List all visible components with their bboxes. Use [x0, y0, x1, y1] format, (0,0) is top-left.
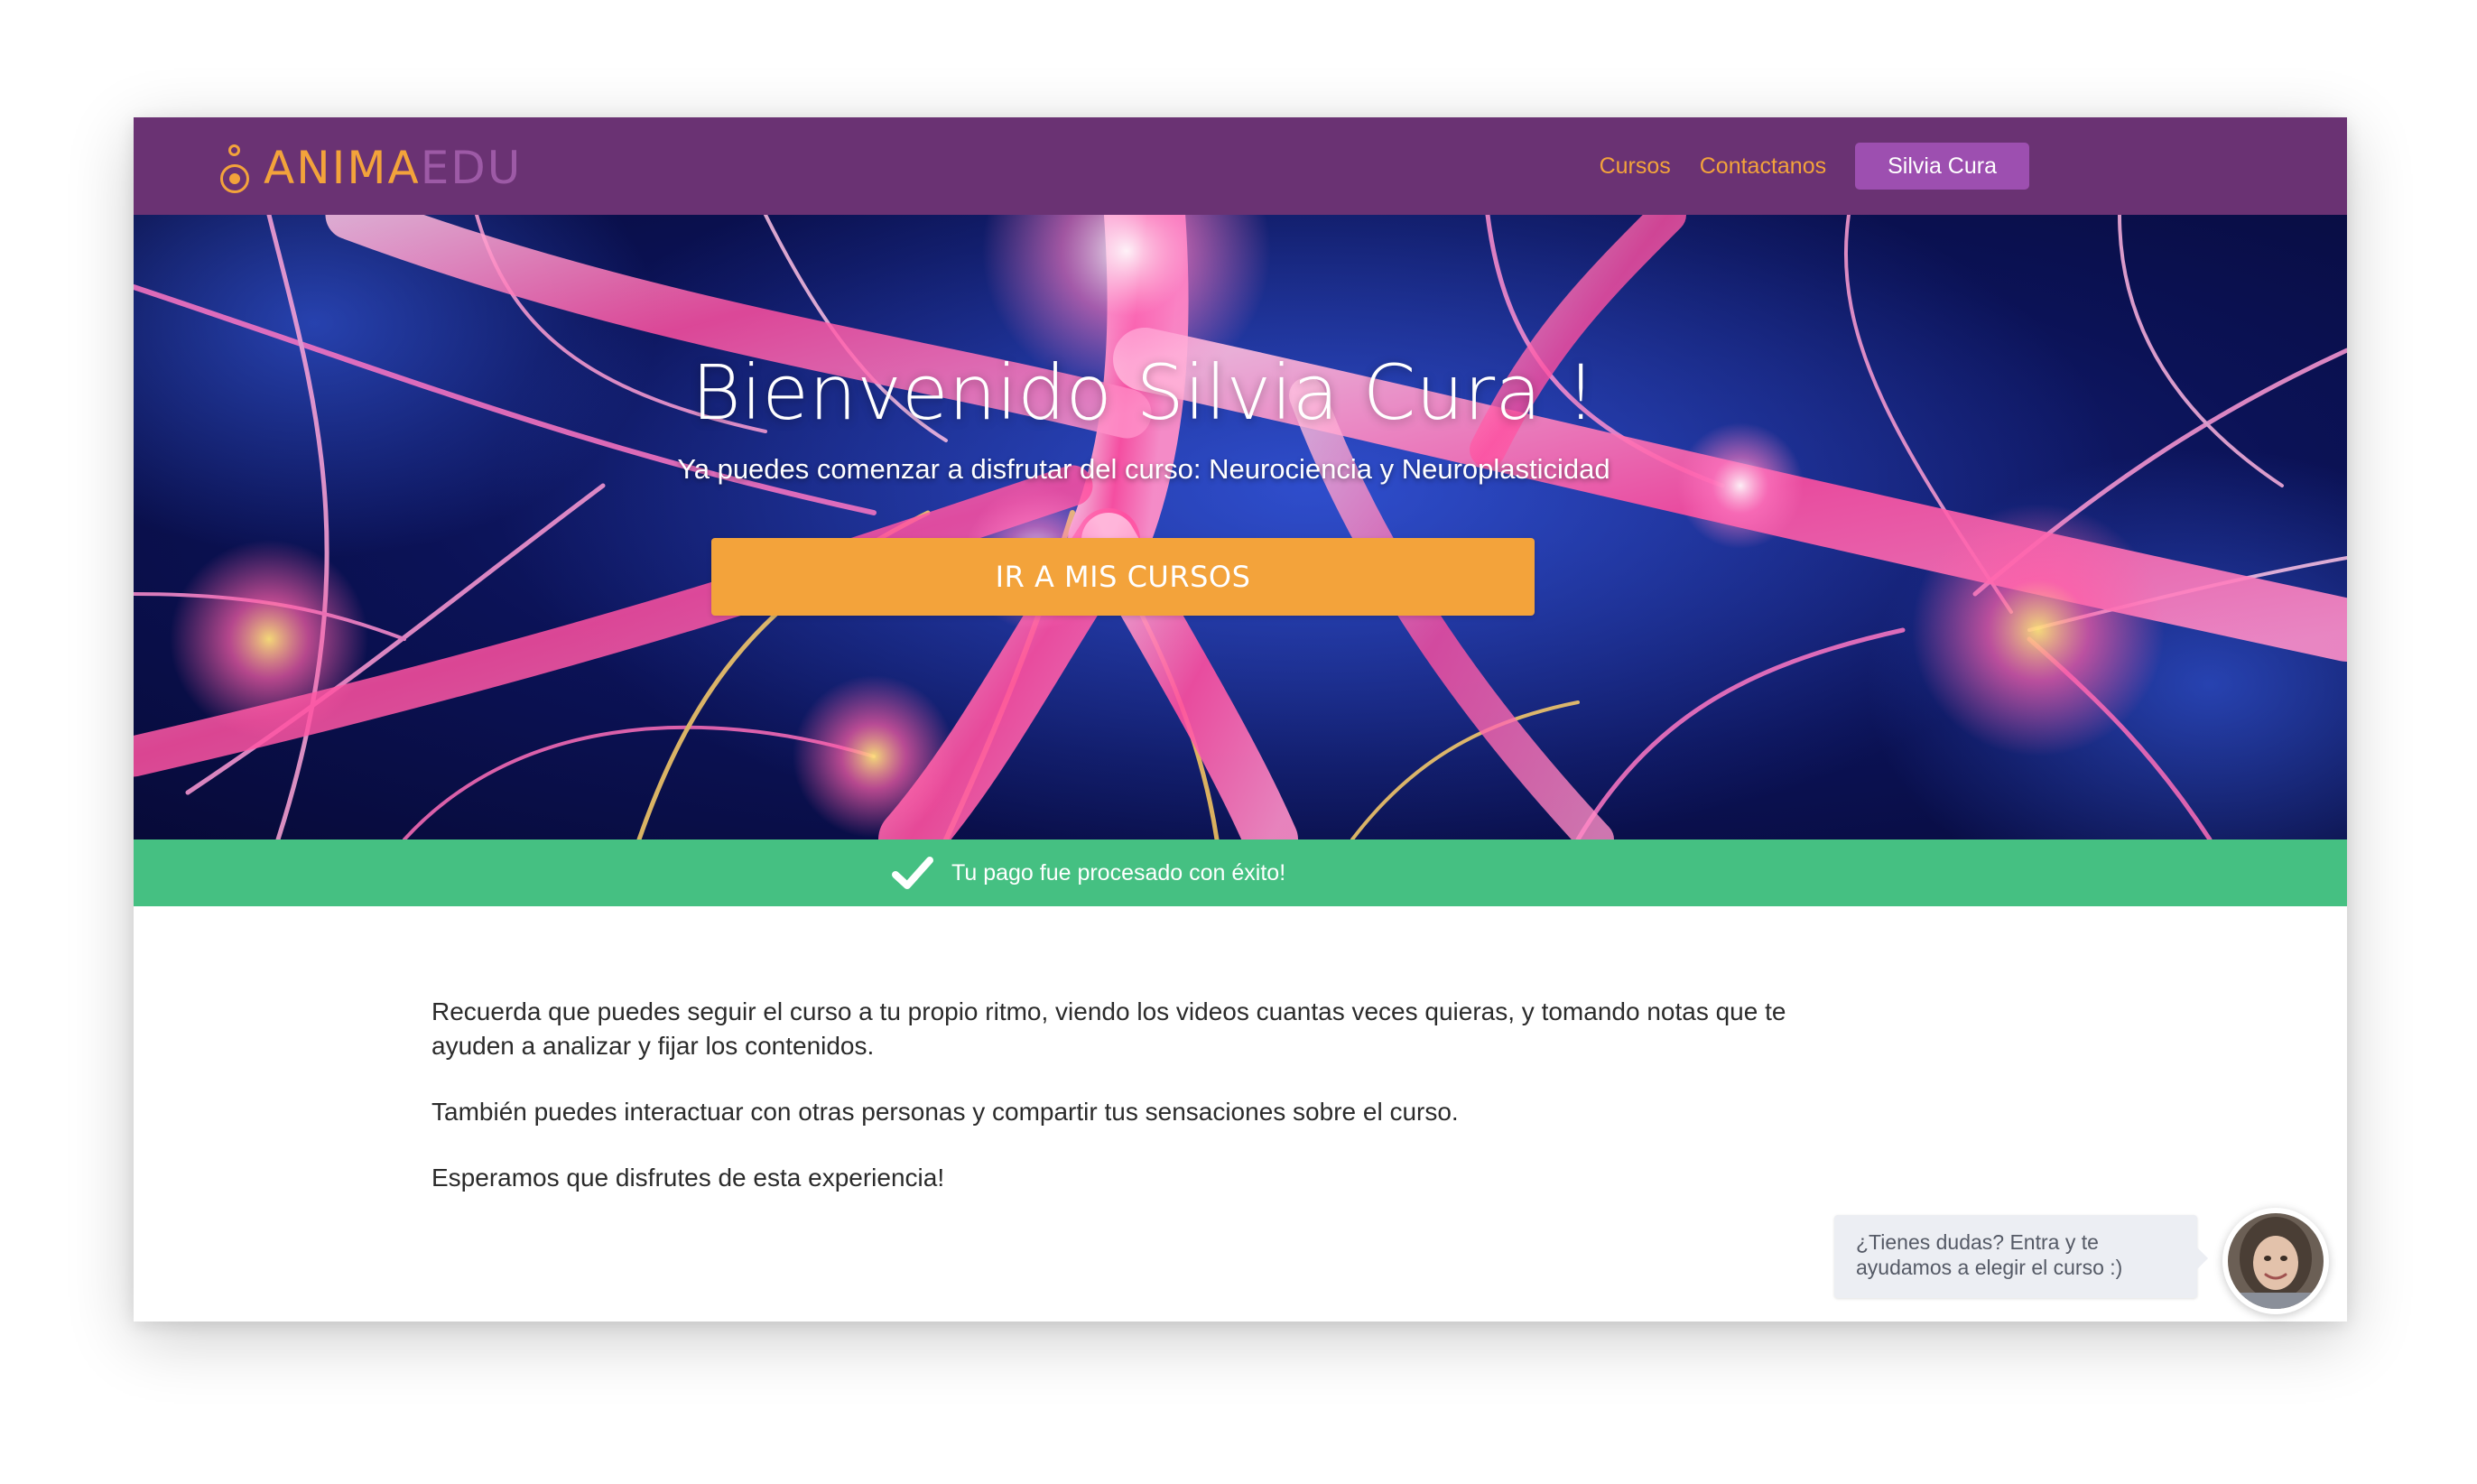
user-menu-button[interactable]: Silvia Cura — [1855, 143, 2029, 190]
hero-title-wrap: Bienvenido Silvia Cura ! — [590, 348, 1697, 438]
chat-support-avatar[interactable] — [2222, 1208, 2329, 1314]
success-message: Tu pago fue procesado con éxito! — [951, 859, 1286, 886]
content-paragraph-1: Recuerda que puedes seguir el curso a tu… — [431, 997, 1786, 1060]
content-paragraph-2: También puedes interactuar con otras per… — [431, 1098, 1459, 1126]
welcome-content: Recuerda que puedes seguir el curso a tu… — [431, 995, 1840, 1227]
logo-wordmark: ANIMAEDU — [264, 139, 522, 197]
nav-link-cursos[interactable]: Cursos — [1600, 153, 1671, 180]
checkmark-icon — [892, 857, 933, 889]
top-navbar: ANIMAEDU Cursos Contactanos Silvia Cura — [134, 117, 2347, 215]
logo-text-edu: EDU — [420, 142, 523, 194]
chat-prompt-bubble[interactable]: ¿Tienes dudas? Entra y te ayudamos a ele… — [1834, 1215, 2208, 1298]
nav-links: Cursos Contactanos Silvia Cura — [1600, 141, 2029, 191]
hero-title: Bienvenido Silvia Cura ! — [691, 348, 1597, 437]
neuron-background-image — [134, 215, 2347, 839]
animaedu-logo[interactable]: ANIMAEDU — [217, 139, 522, 197]
logo-text-anima: ANIMA — [264, 142, 421, 194]
go-to-my-courses-button[interactable]: IR A MIS CURSOS — [711, 538, 1535, 616]
content-paragraph-3: Esperamos que disfrutes de esta experien… — [431, 1164, 945, 1192]
payment-success-banner: Tu pago fue procesado con éxito! — [134, 839, 2347, 906]
nav-link-contactanos[interactable]: Contactanos — [1700, 153, 1826, 180]
page-frame: ANIMAEDU Cursos Contactanos Silvia Cura — [134, 117, 2347, 1322]
hero-subtitle: Ya puedes comenzar a disfrutar del curso… — [677, 453, 1610, 485]
hero-banner: Bienvenido Silvia Cura ! Ya puedes comen… — [134, 215, 2347, 839]
logo-mark-icon — [217, 139, 253, 197]
success-message-group: Tu pago fue procesado con éxito! — [890, 839, 1285, 906]
support-agent-avatar-icon — [2228, 1213, 2324, 1309]
